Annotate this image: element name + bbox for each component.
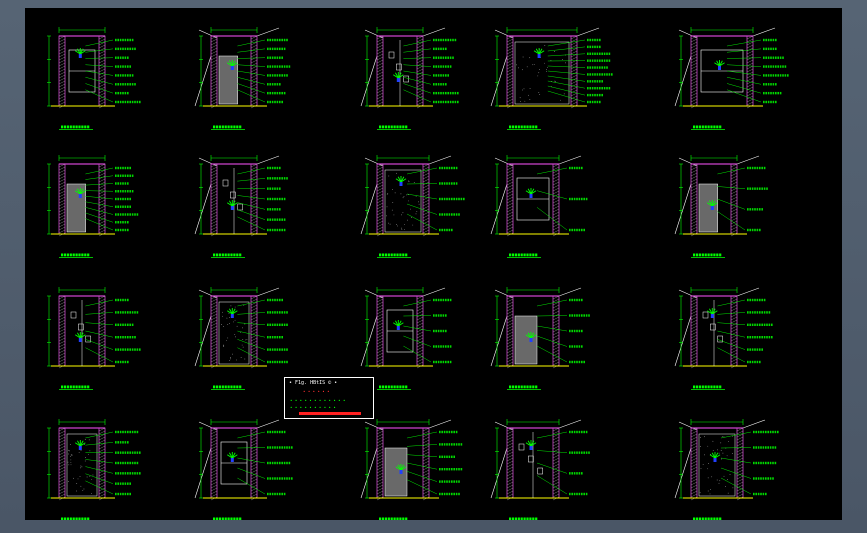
elevation-title (509, 517, 538, 520)
elevation-title (377, 125, 411, 130)
vase-icon (710, 206, 714, 210)
vase-icon (718, 66, 721, 70)
legend-subtitle: • • • • • • (303, 389, 330, 394)
vase-icon (78, 194, 82, 198)
elevation-panel-r3-c2 (194, 287, 288, 390)
elevation-title (211, 253, 245, 258)
vase-icon (710, 314, 714, 318)
elevation-panel-r4-c5 (674, 419, 779, 520)
vase-icon (230, 314, 234, 318)
elevation-drawings (47, 27, 789, 520)
elevation-panel-r3-c3 (360, 287, 452, 390)
vase-icon (78, 54, 82, 58)
elevation-title (59, 125, 93, 130)
vase-icon (399, 470, 403, 474)
elevation-panel-r4-c4 (490, 419, 590, 520)
vase-icon (537, 54, 541, 58)
elevation-title (59, 253, 93, 258)
vase-icon (713, 458, 717, 462)
elevation-title (693, 517, 722, 520)
legend-accent-bar (299, 412, 361, 415)
plant-icon (75, 440, 86, 447)
vase-icon (529, 446, 533, 450)
vase-icon (529, 338, 533, 342)
vase-icon (78, 338, 82, 342)
plant-icon (533, 48, 545, 55)
legend-note-2: • • • • • • • • • • (290, 405, 336, 410)
elevation-panel-r1-c1 (47, 27, 141, 130)
vase-icon (399, 182, 403, 186)
elevation-panel-r2-c4 (490, 155, 588, 258)
plant-icon (393, 320, 404, 327)
elevation-panel-r1-c2 (194, 27, 291, 130)
elevation-panel-r1-c3 (360, 27, 459, 130)
elevation-panel-r1-c5 (674, 27, 789, 130)
elevation-title (691, 385, 725, 390)
elevation-panel-r4-c3 (360, 419, 463, 520)
elevation-panel-r3-c5 (674, 287, 773, 390)
plant-icon (707, 308, 718, 315)
plant-icon (227, 200, 238, 207)
plant-icon (525, 188, 537, 195)
elevation-title (377, 253, 411, 258)
elevation-panel-r4-c1 (47, 419, 141, 520)
elevation-title (211, 385, 245, 390)
elevation-title (691, 125, 725, 130)
elevation-panel-r4-c2 (194, 419, 293, 520)
legend-title: • F1g. HBtIS © • (289, 380, 338, 386)
elevation-panel-r3-c1 (47, 287, 141, 390)
plant-icon (75, 332, 86, 339)
elevation-panel-r2-c5 (674, 155, 768, 258)
vase-icon (230, 66, 234, 70)
elevation-title (507, 385, 541, 390)
cad-window: • F1g. HBtIS © • • • • • • • • • • • • •… (0, 0, 867, 533)
plant-icon (393, 72, 404, 79)
plant-icon (227, 452, 238, 459)
elevation-title (377, 385, 411, 390)
elevation-title (211, 125, 245, 130)
elevation-title (213, 517, 242, 520)
elevation-panel-r1-c4 (490, 27, 613, 130)
plant-icon (525, 440, 537, 447)
drawing-canvas[interactable]: • F1g. HBtIS © • • • • • • • • • • • • •… (25, 8, 842, 520)
vase-icon (396, 326, 400, 330)
elevation-panel-r2-c3 (360, 155, 465, 258)
elevation-panel-r3-c4 (490, 287, 590, 390)
elevation-title (507, 253, 541, 258)
vase-icon (230, 206, 234, 210)
plant-icon (75, 48, 86, 55)
vase-icon (230, 458, 234, 462)
elevation-title (59, 385, 93, 390)
elevation-title (61, 517, 90, 520)
vase-icon (78, 446, 82, 450)
legend-note-1: • • • • • • • • • • • • (290, 398, 346, 403)
elevation-panel-r2-c1 (47, 155, 139, 258)
vase-icon (396, 78, 400, 82)
elevation-title (379, 517, 408, 520)
plant-icon (709, 452, 721, 459)
title-legend-box: • F1g. HBtIS © • • • • • • • • • • • • •… (284, 377, 374, 419)
elevation-title (691, 253, 725, 258)
elevation-panel-r2-c2 (194, 155, 288, 258)
plant-icon (395, 176, 407, 183)
plant-icon (714, 60, 725, 67)
elevation-title (507, 125, 541, 130)
vase-icon (529, 194, 533, 198)
